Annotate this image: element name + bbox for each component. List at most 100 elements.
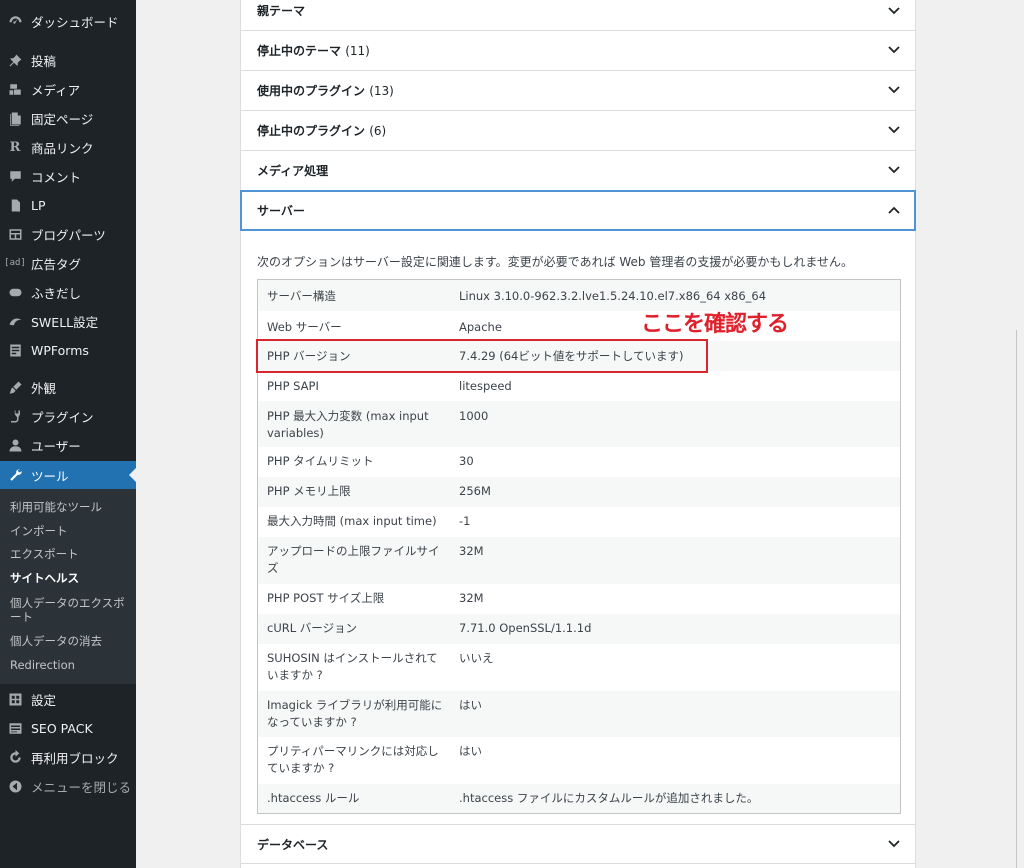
chevron-up-icon [887, 203, 901, 217]
accordion-title: 親テーマ [257, 3, 306, 18]
sidebar-item-posts[interactable]: 投稿 [0, 46, 136, 74]
row-value: 32M [459, 544, 484, 558]
row-value: Linux 3.10.0-962.3.2.lve1.5.24.10.el7.x8… [459, 289, 767, 303]
r-icon: R [9, 139, 21, 155]
row-label: Web サーバー [267, 320, 342, 334]
sidebar-item-label: LP [31, 197, 46, 213]
sidebar-collapse-menu[interactable]: メニューを閉じる [0, 772, 136, 800]
accordion-title: 停止中のプラグイン [257, 124, 366, 138]
accordion-inactive-themes[interactable]: 停止中のテーマ (11) [241, 31, 915, 71]
form-icon [7, 342, 23, 358]
sidebar-item-comments[interactable]: コメント [0, 162, 136, 190]
sidebar-item-ad-tags[interactable]: [ad] 広告タグ [0, 249, 136, 277]
sidebar-item-label: ユーザー [31, 438, 81, 454]
row-label: PHP メモリ上限 [267, 484, 351, 498]
row-value: -1 [459, 514, 471, 528]
table-row: PHP 最大入力変数 (max input variables) 1000 [258, 401, 900, 447]
table-row: サーバー構造 Linux 3.10.0-962.3.2.lve1.5.24.10… [258, 280, 900, 311]
scrollbar-divider [1016, 330, 1017, 868]
row-value: はい [459, 744, 482, 758]
row-value: はい [459, 698, 482, 712]
accordion-count: (13) [369, 83, 394, 98]
submenu-available-tools[interactable]: 利用可能なツール [10, 500, 132, 514]
plugin-icon [7, 408, 23, 424]
accordion-database[interactable]: データベース [241, 824, 915, 864]
sidebar-item-blog-parts[interactable]: ブログパーツ [0, 220, 136, 248]
accordion-title: メディア処理 [257, 164, 329, 178]
sidebar-item-wpforms[interactable]: WPForms [0, 336, 136, 364]
sidebar-item-label: 設定 [31, 692, 57, 708]
accordion-server[interactable]: サーバー [240, 190, 916, 231]
tools-submenu: 利用可能なツール インポート エクスポート サイトヘルス 個人データのエクスポー… [0, 489, 136, 684]
accordion-parent-theme[interactable]: 親テーマ [241, 0, 915, 31]
table-row: PHP タイムリミット 30 [258, 447, 900, 477]
sidebar-item-label: 広告タグ [31, 256, 82, 272]
table-row: .htaccess ルール .htaccess ファイルにカスタムルールが追加さ… [258, 784, 900, 813]
row-label: cURL バージョン [267, 621, 358, 635]
submenu-export-personal-data[interactable]: 個人データのエクスポート [10, 596, 132, 624]
row-label: PHP SAPI [267, 379, 319, 393]
row-value: Apache [459, 320, 502, 334]
ad-icon: [ad] [4, 258, 26, 268]
sidebar-item-users[interactable]: ユーザー [0, 431, 136, 459]
table-row: cURL バージョン 7.71.0 OpenSSL/1.1.1d [258, 614, 900, 644]
submenu-export[interactable]: エクスポート [10, 547, 132, 561]
chevron-down-icon [887, 123, 901, 137]
chevron-down-icon [887, 83, 901, 97]
sidebar-item-label: プラグイン [31, 409, 94, 425]
accordion-title: データベース [257, 837, 329, 852]
sidebar-item-pages[interactable]: 固定ページ [0, 104, 136, 132]
chevron-down-icon [887, 163, 901, 177]
submenu-erase-personal-data[interactable]: 個人データの消去 [10, 634, 132, 648]
submenu-redirection[interactable]: Redirection [10, 658, 132, 672]
page-icon [7, 110, 23, 126]
accordion-count: (6) [369, 123, 387, 138]
sidebar-item-speech-bubbles[interactable]: ふきだし [0, 278, 136, 306]
annotation-callout: ここを確認する [641, 312, 789, 337]
sidebar-item-product-links[interactable]: R 商品リンク [0, 133, 136, 161]
table-row: SUHOSIN はインストールされていますか ? いいえ [258, 644, 900, 691]
table-row: 最大入力時間 (max input time) -1 [258, 507, 900, 537]
collapse-icon [7, 778, 23, 794]
sidebar-item-reusable-blocks[interactable]: 再利用ブロック [0, 743, 136, 771]
sidebar-item-media[interactable]: メディア [0, 75, 136, 103]
sidebar-item-label: 固定ページ [31, 111, 94, 127]
admin-sidebar: ダッシュボード 投稿 メディア 固定ページ R 商品リンク コメント LP ブロ… [0, 0, 136, 868]
sidebar-item-seo-pack[interactable]: SEO PACK [0, 714, 136, 742]
chevron-down-icon [887, 43, 901, 57]
wrench-icon [7, 467, 23, 483]
bubble-icon [7, 284, 23, 300]
sidebar-item-dashboard[interactable]: ダッシュボード [0, 7, 136, 35]
row-value: 256M [459, 484, 491, 498]
accordion-inactive-plugins[interactable]: 停止中のプラグイン (6) [241, 111, 915, 151]
sidebar-item-swell-settings[interactable]: SWELL設定 [0, 307, 136, 335]
row-value: 30 [459, 454, 474, 468]
submenu-site-health[interactable]: サイトヘルス [10, 571, 132, 585]
chevron-down-icon [887, 4, 901, 18]
sidebar-item-label: 再利用ブロック [31, 750, 119, 766]
table-row: PHP メモリ上限 256M [258, 477, 900, 507]
row-value: 1000 [459, 409, 489, 423]
sidebar-item-label: 商品リンク [31, 140, 94, 156]
accordion-media-handling[interactable]: メディア処理 [241, 151, 915, 191]
document-icon [7, 197, 23, 213]
row-label: PHP 最大入力変数 (max input variables) [267, 409, 429, 440]
accordion-active-plugins[interactable]: 使用中のプラグイン (13) [241, 71, 915, 111]
table-row: Imagick ライブラリが利用可能になっていますか ? はい [258, 691, 900, 737]
layout-icon [7, 226, 23, 242]
sidebar-item-label: ツール [31, 468, 69, 484]
submenu-import[interactable]: インポート [10, 524, 132, 538]
swell-icon [7, 313, 23, 329]
accordion-title: サーバー [257, 204, 305, 218]
accordion-count: (11) [345, 43, 370, 58]
row-label: サーバー構造 [267, 289, 336, 303]
sidebar-item-appearance[interactable]: 外観 [0, 373, 136, 401]
sidebar-item-plugins[interactable]: プラグイン [0, 402, 136, 430]
seo-icon [7, 720, 23, 736]
sidebar-item-tools[interactable]: ツール [0, 461, 136, 489]
sidebar-item-lp[interactable]: LP [0, 191, 136, 219]
server-intro-text: 次のオプションはサーバー設定に関連します。変更が必要であれば Web 管理者の支… [257, 255, 853, 269]
table-row: プリティパーマリンクには対応していますか ? はい [258, 737, 900, 784]
sidebar-item-settings[interactable]: 設定 [0, 685, 136, 713]
comment-icon [7, 168, 23, 184]
